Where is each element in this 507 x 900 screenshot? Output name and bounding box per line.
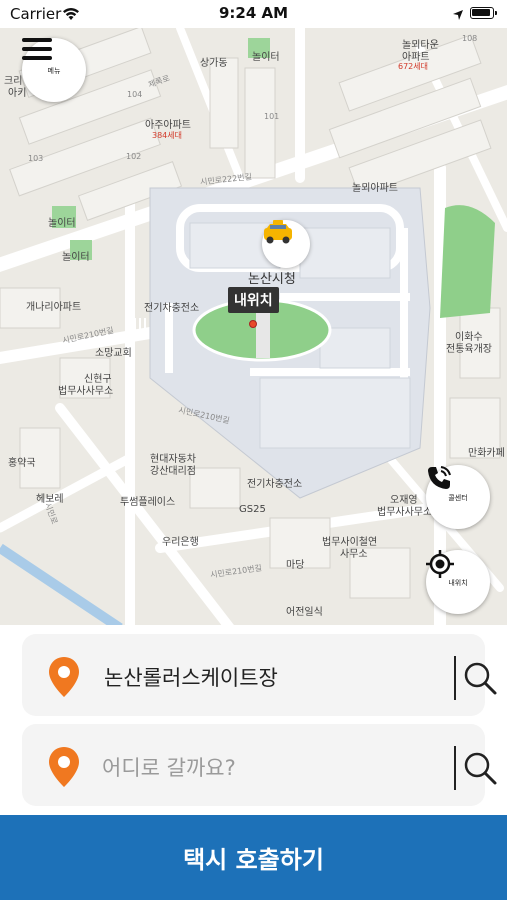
menu-button[interactable]: 메뉴 <box>22 38 86 102</box>
map-label: 놀이터 <box>252 52 280 63</box>
map-label: 놀뫼아파트 <box>352 183 398 194</box>
map-label: 홍약국 <box>8 458 36 469</box>
map-label: 전기차충전소 <box>247 479 303 490</box>
map-label: 놀이터 <box>48 218 76 229</box>
origin-search-button[interactable] <box>462 660 498 696</box>
block-number: 104 <box>127 90 143 99</box>
call-center-button[interactable]: 콜센터 <box>426 465 490 529</box>
origin-pin-icon <box>48 656 80 702</box>
destination-search-button[interactable] <box>462 750 498 786</box>
map-view[interactable]: 상가동 놀이터 놀뫼타운 아파트 672세대 아주아파트 384세대 놀뫼아파트… <box>0 28 507 625</box>
map-label: 법무사사무소 <box>377 507 433 518</box>
status-time: 9:24 AM <box>218 4 289 22</box>
map-label: 만화카페 <box>468 448 505 459</box>
my-location-tag: 내위치 <box>228 287 279 313</box>
map-label: 소망교회 <box>95 348 132 359</box>
battery-icon <box>470 7 497 19</box>
map-label: 투썸플레이스 <box>120 497 176 508</box>
taxi-marker[interactable] <box>262 220 310 268</box>
destination-pin-icon <box>48 746 80 792</box>
block-number: 102 <box>126 152 142 161</box>
search-icon <box>464 662 497 695</box>
call-center-label: 콜센터 <box>448 494 468 502</box>
my-location-label: 내위치 <box>448 579 468 587</box>
crosshair-icon <box>426 550 454 578</box>
location-arrow-icon <box>452 6 464 25</box>
map-label: 사무소 <box>340 549 368 560</box>
destination-input[interactable]: 어디로 갈까요? <box>102 752 236 782</box>
block-number: 103 <box>28 154 44 163</box>
search-panel: 논산롤러스케이트장 어디로 갈까요? <box>0 625 507 815</box>
map-label: 전기차충전소 <box>144 303 200 314</box>
map-label: 아키 <box>8 88 27 99</box>
city-hall-label: 논산시청 <box>248 272 296 287</box>
destination-divider <box>454 746 456 790</box>
call-taxi-button[interactable]: 택시 호출하기 <box>0 815 507 900</box>
map-label: 672세대 <box>398 62 428 71</box>
map-label: 법무사사무소 <box>58 386 114 397</box>
taxi-icon <box>264 220 292 244</box>
map-label: 개나리아파트 <box>26 302 82 313</box>
map-label: 마당 <box>286 560 305 571</box>
hamburger-icon <box>22 38 52 60</box>
search-icon <box>464 752 497 785</box>
origin-divider <box>454 656 456 700</box>
menu-label: 메뉴 <box>47 67 61 75</box>
phone-icon <box>428 466 451 489</box>
map-label: 강산대리점 <box>150 466 196 477</box>
my-location-button[interactable]: 내위치 <box>426 550 490 614</box>
status-bar: Carrier 9:24 AM <box>0 0 507 28</box>
map-label: 우리은행 <box>162 537 199 548</box>
block-number: 101 <box>264 112 280 121</box>
map-label: 어전일식 <box>286 607 323 618</box>
origin-search-box[interactable]: 논산롤러스케이트장 <box>22 634 497 716</box>
map-label: 전통육개장 <box>446 344 492 355</box>
map-label: 놀이터 <box>62 252 90 263</box>
map-label: 상가동 <box>200 58 228 69</box>
map-label: GS25 <box>239 504 266 515</box>
block-number: 108 <box>462 34 478 43</box>
destination-search-box[interactable]: 어디로 갈까요? <box>22 724 497 806</box>
map-label: 아주아파트 <box>145 120 191 131</box>
current-position-pin <box>249 320 257 328</box>
map-label: 384세대 <box>152 131 182 140</box>
origin-input[interactable]: 논산롤러스케이트장 <box>104 662 278 692</box>
